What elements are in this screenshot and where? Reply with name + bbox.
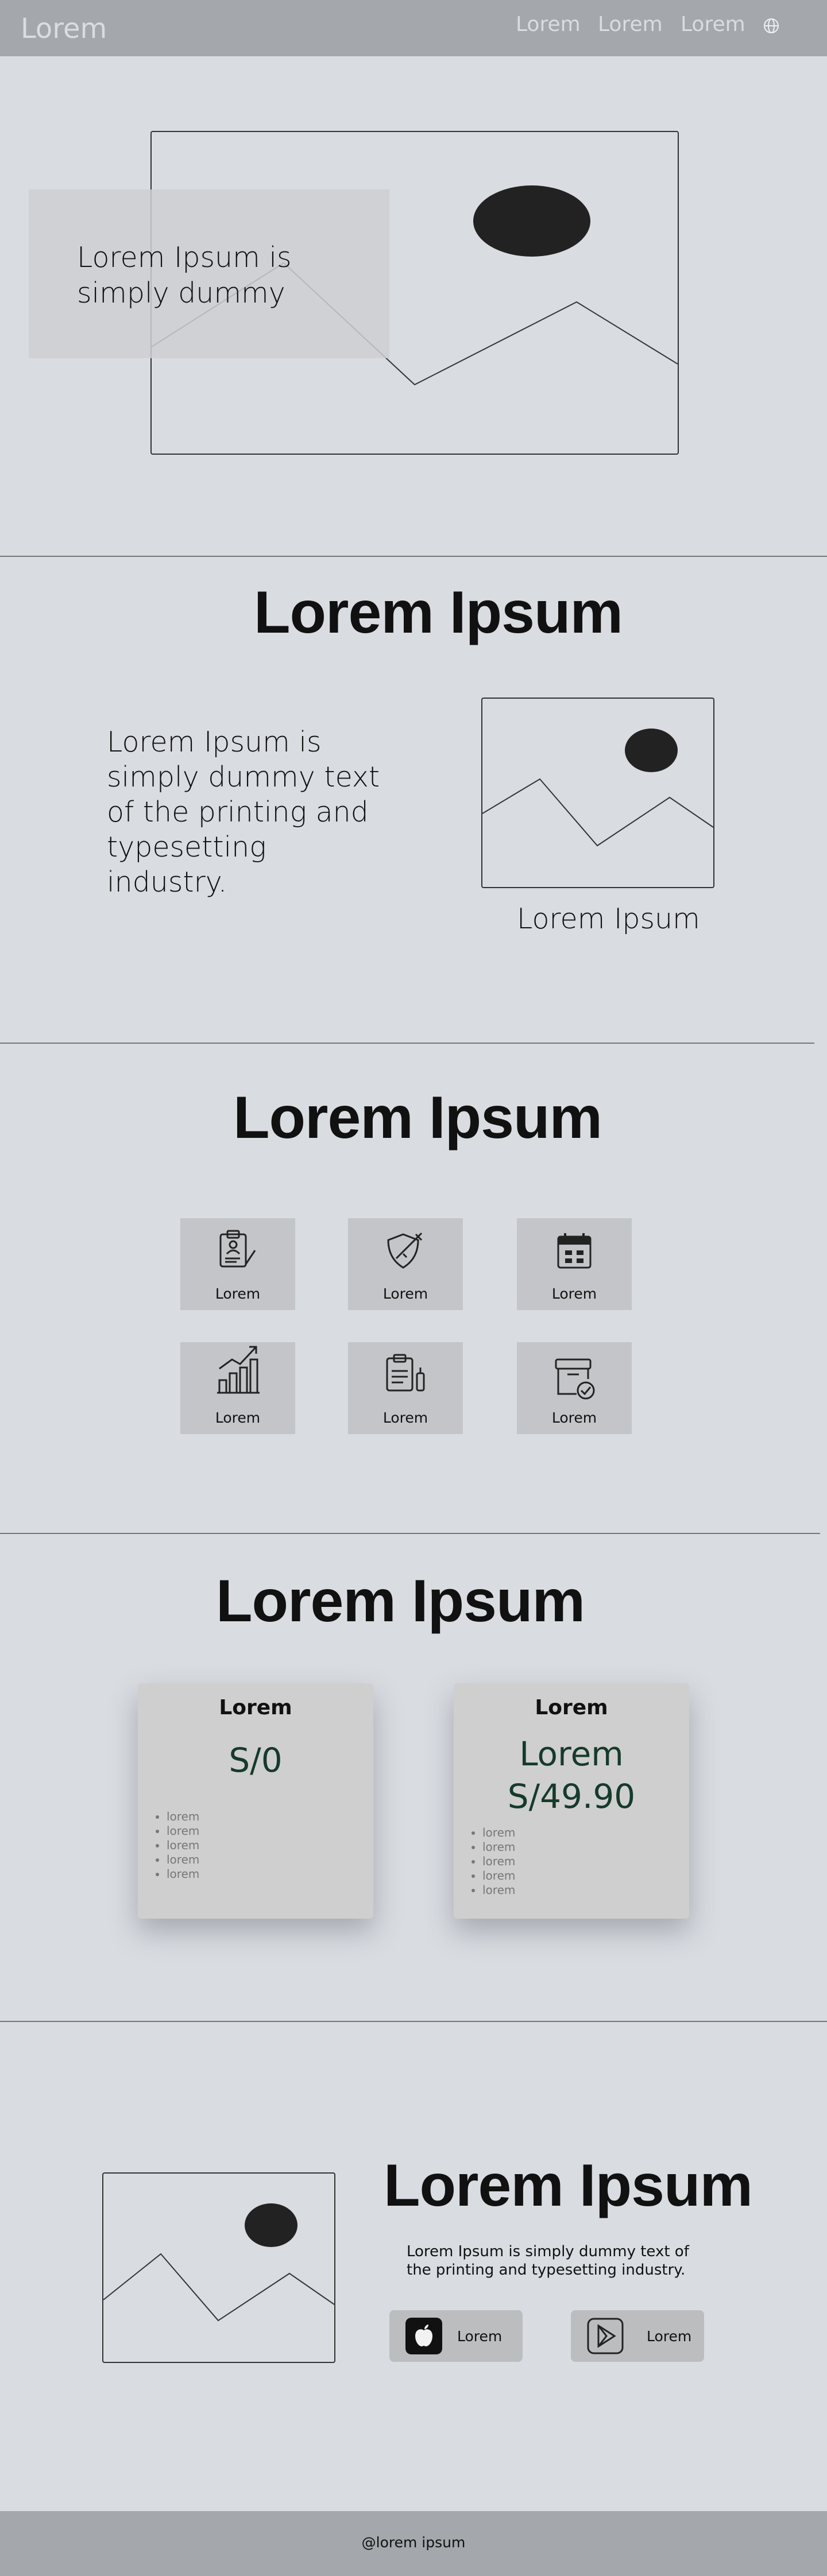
- app-title: Lorem Ipsum: [384, 2152, 753, 2219]
- pricing-title: Lorem Ipsum: [216, 1568, 585, 1634]
- section-divider: [0, 1533, 820, 1534]
- feature-item: lorem: [167, 1824, 199, 1838]
- pricing-card-premium[interactable]: Lorem Lorem S/49.90 lorem lorem lorem lo…: [454, 1683, 689, 1919]
- clipboard-user-icon: [219, 1230, 256, 1268]
- service-label: Lorem: [551, 1409, 597, 1426]
- top-nav-bar: Lorem Lorem Lorem Lorem: [0, 0, 827, 56]
- plan-name: Lorem: [219, 1696, 292, 1719]
- feature-item: lorem: [482, 1826, 515, 1840]
- services-title: Lorem Ipsum: [233, 1084, 602, 1151]
- app-description: Lorem Ipsum is simply dummy text of the …: [407, 2243, 689, 2279]
- apple-icon: [405, 2318, 442, 2354]
- play-store-button[interactable]: Lorem: [571, 2310, 704, 2362]
- app-image-placeholder: [102, 2172, 335, 2363]
- service-card-2[interactable]: Lorem: [348, 1218, 463, 1310]
- service-label: Lorem: [215, 1409, 261, 1426]
- plan-name: Lorem: [535, 1696, 608, 1719]
- feature-item: lorem: [167, 1853, 199, 1867]
- play-store-icon: [587, 2318, 624, 2354]
- feature-item: lorem: [167, 1838, 199, 1853]
- service-label: Lorem: [382, 1285, 428, 1302]
- plan-features: lorem lorem lorem lorem lorem: [167, 1810, 199, 1881]
- about-image-placeholder: [481, 698, 714, 888]
- service-card-3[interactable]: Lorem: [517, 1218, 632, 1310]
- feature-item: lorem: [167, 1810, 199, 1824]
- service-label: Lorem: [551, 1285, 597, 1302]
- plan-features: lorem lorem lorem lorem lorem: [482, 1826, 515, 1897]
- service-label: Lorem: [382, 1409, 428, 1426]
- service-card-1[interactable]: Lorem: [180, 1218, 295, 1310]
- service-label: Lorem: [215, 1285, 261, 1302]
- nav-link-3[interactable]: Lorem: [681, 13, 745, 36]
- nav-link-1[interactable]: Lorem: [516, 13, 581, 36]
- service-card-6[interactable]: Lorem: [517, 1342, 632, 1434]
- footer-copyright: @lorem ipsum: [361, 2534, 466, 2551]
- feature-item: lorem: [482, 1854, 515, 1869]
- section-divider: [0, 1043, 814, 1044]
- calendar-icon: [557, 1233, 592, 1269]
- play-store-label: Lorem: [647, 2328, 692, 2345]
- about-title: Lorem Ipsum: [254, 579, 623, 646]
- feature-item: lorem: [482, 1883, 515, 1897]
- hero-headline: Lorem Ipsum is simply dummy: [77, 241, 292, 309]
- feature-item: lorem: [167, 1867, 199, 1881]
- nav-link-2[interactable]: Lorem: [598, 13, 663, 36]
- bar-chart-growth-icon: [217, 1346, 260, 1394]
- box-check-icon: [555, 1358, 595, 1400]
- app-store-label: Lorem: [457, 2328, 503, 2345]
- feature-item: lorem: [482, 1840, 515, 1854]
- about-text: Lorem Ipsum is simply dummy text of the …: [107, 726, 380, 898]
- prescription-clipboard-icon: [386, 1354, 425, 1392]
- service-card-4[interactable]: Lorem: [180, 1342, 295, 1434]
- app-store-button[interactable]: Lorem: [389, 2310, 523, 2362]
- about-image-caption: Lorem Ipsum: [517, 902, 700, 935]
- logo[interactable]: Lorem: [21, 13, 107, 45]
- pricing-card-free[interactable]: Lorem S/0 lorem lorem lorem lorem lorem: [138, 1683, 373, 1919]
- service-card-5[interactable]: Lorem: [348, 1342, 463, 1434]
- feature-item: lorem: [482, 1869, 515, 1883]
- globe-icon[interactable]: [763, 17, 780, 34]
- footer: @lorem ipsum: [0, 2511, 827, 2576]
- section-divider: [0, 556, 827, 557]
- shield-syringe-icon: [387, 1232, 423, 1269]
- plan-price: S/0: [229, 1741, 283, 1780]
- section-divider: [0, 2021, 827, 2022]
- plan-price: Lorem S/49.90: [507, 1734, 636, 1816]
